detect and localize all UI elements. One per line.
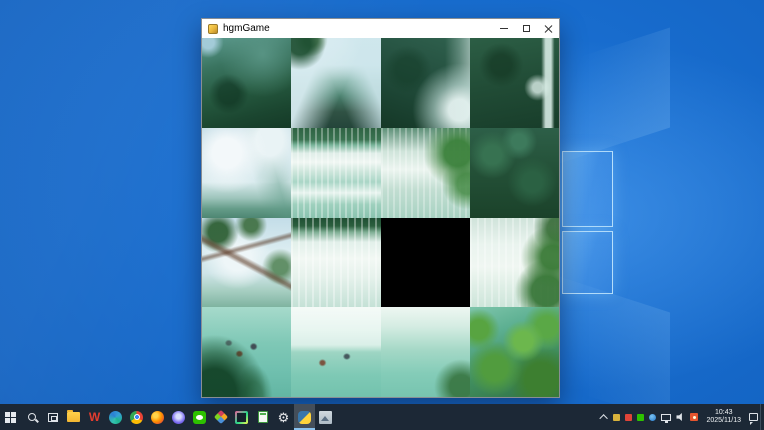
taskbar: W ⚙ 10:43 2025/11/13 (0, 404, 764, 430)
maximize-button[interactable] (515, 19, 537, 38)
maximize-icon (523, 25, 530, 32)
clock-time: 10:43 (706, 409, 741, 417)
close-button[interactable] (537, 19, 559, 38)
puzzle-tile-r3c2-falls-wide[interactable] (291, 218, 380, 308)
tray-wechat-icon[interactable] (637, 414, 644, 421)
taskbar-item-edge[interactable] (105, 404, 126, 430)
chrome-icon (130, 411, 143, 424)
puzzle-tile-r3c3-empty-black[interactable] (381, 218, 470, 308)
puzzle-tile-r4c3-lake-teal[interactable] (381, 307, 470, 397)
minimize-button[interactable] (493, 19, 515, 38)
windows-logo-pane (562, 231, 613, 294)
puzzle-tile-r4c4-green-leaves[interactable] (470, 307, 559, 397)
taskbar-item-settings[interactable]: ⚙ (273, 404, 294, 430)
wechat-icon (193, 411, 206, 424)
purple-app-icon (172, 411, 185, 424)
minimize-icon (500, 28, 508, 29)
network-icon[interactable] (661, 414, 671, 421)
puzzle-tile-r3c4-falls-foliage[interactable] (470, 218, 559, 308)
windows-logo-pane (562, 151, 613, 227)
app-icon (208, 24, 218, 34)
puzzle-tile-r4c2-lake-falls-base[interactable] (291, 307, 380, 397)
gear-icon: ⚙ (278, 411, 290, 424)
taskbar-item-diamond-app[interactable] (210, 404, 231, 430)
puzzle-tile-r2c3-falls-leaves[interactable] (381, 128, 470, 218)
wps-icon: W (89, 411, 100, 423)
search-icon (28, 413, 36, 421)
puzzle-tile-r1c4-forest-thin-fall[interactable] (470, 38, 559, 128)
title-bar[interactable]: hgmGame (202, 19, 559, 38)
photos-icon (319, 411, 332, 424)
system-tray: 10:43 2025/11/13 (602, 404, 760, 430)
puzzle-tile-r1c2-peak-sky[interactable] (291, 38, 380, 128)
python-icon (298, 411, 311, 424)
start-button[interactable] (0, 404, 21, 430)
puzzle-tile-r3c1-sky-branches[interactable] (202, 218, 291, 308)
task-view-button[interactable] (42, 404, 63, 430)
tray-app-icon-blue[interactable] (649, 414, 656, 421)
taskbar-spacer (336, 404, 602, 430)
diamond-app-icon (213, 410, 227, 424)
windows-wallpaper-logo (562, 151, 613, 294)
puzzle-tile-r1c3-dark-falls-mist[interactable] (381, 38, 470, 128)
puzzle-grid (202, 38, 559, 397)
taskbar-search-button[interactable] (21, 404, 42, 430)
notepad-icon (258, 411, 268, 423)
tray-app-icon-yellow[interactable] (613, 414, 620, 421)
edge-icon (109, 411, 122, 424)
taskbar-item-chrome[interactable] (126, 404, 147, 430)
puzzle-tile-r2c4-jungle-dark[interactable] (470, 128, 559, 218)
action-center-icon[interactable] (749, 413, 758, 421)
taskbar-item-python-game-active[interactable] (294, 404, 315, 430)
taskbar-item-pycharm[interactable] (231, 404, 252, 430)
close-icon (544, 25, 552, 33)
puzzle-tile-r2c2-falls-cascade[interactable] (291, 128, 380, 218)
task-view-icon (48, 413, 58, 422)
taskbar-item-photos[interactable] (315, 404, 336, 430)
windows-start-icon (5, 412, 16, 423)
tray-app-icon-orange[interactable] (690, 413, 698, 421)
puzzle-tile-r4c1-lake-boats[interactable] (202, 307, 291, 397)
taskbar-item-purple-app[interactable] (168, 404, 189, 430)
show-desktop-button[interactable] (760, 404, 764, 430)
taskbar-item-file-explorer[interactable] (63, 404, 84, 430)
window-title: hgmGame (223, 19, 493, 38)
game-window: hgmGame (201, 18, 560, 398)
pycharm-icon (235, 411, 248, 424)
firefox-icon (151, 411, 164, 424)
file-explorer-icon (67, 412, 80, 422)
taskbar-clock[interactable]: 10:43 2025/11/13 (703, 409, 744, 425)
taskbar-item-wechat[interactable] (189, 404, 210, 430)
volume-icon[interactable] (676, 413, 685, 421)
taskbar-item-notepad[interactable] (252, 404, 273, 430)
tray-app-icon-red[interactable] (625, 414, 632, 421)
taskbar-item-firefox[interactable] (147, 404, 168, 430)
puzzle-tile-r2c1-sky-clouds[interactable] (202, 128, 291, 218)
puzzle-tile-r1c1-forest-mountain[interactable] (202, 38, 291, 128)
taskbar-item-wps[interactable]: W (84, 404, 105, 430)
clock-date: 2025/11/13 (706, 417, 741, 425)
